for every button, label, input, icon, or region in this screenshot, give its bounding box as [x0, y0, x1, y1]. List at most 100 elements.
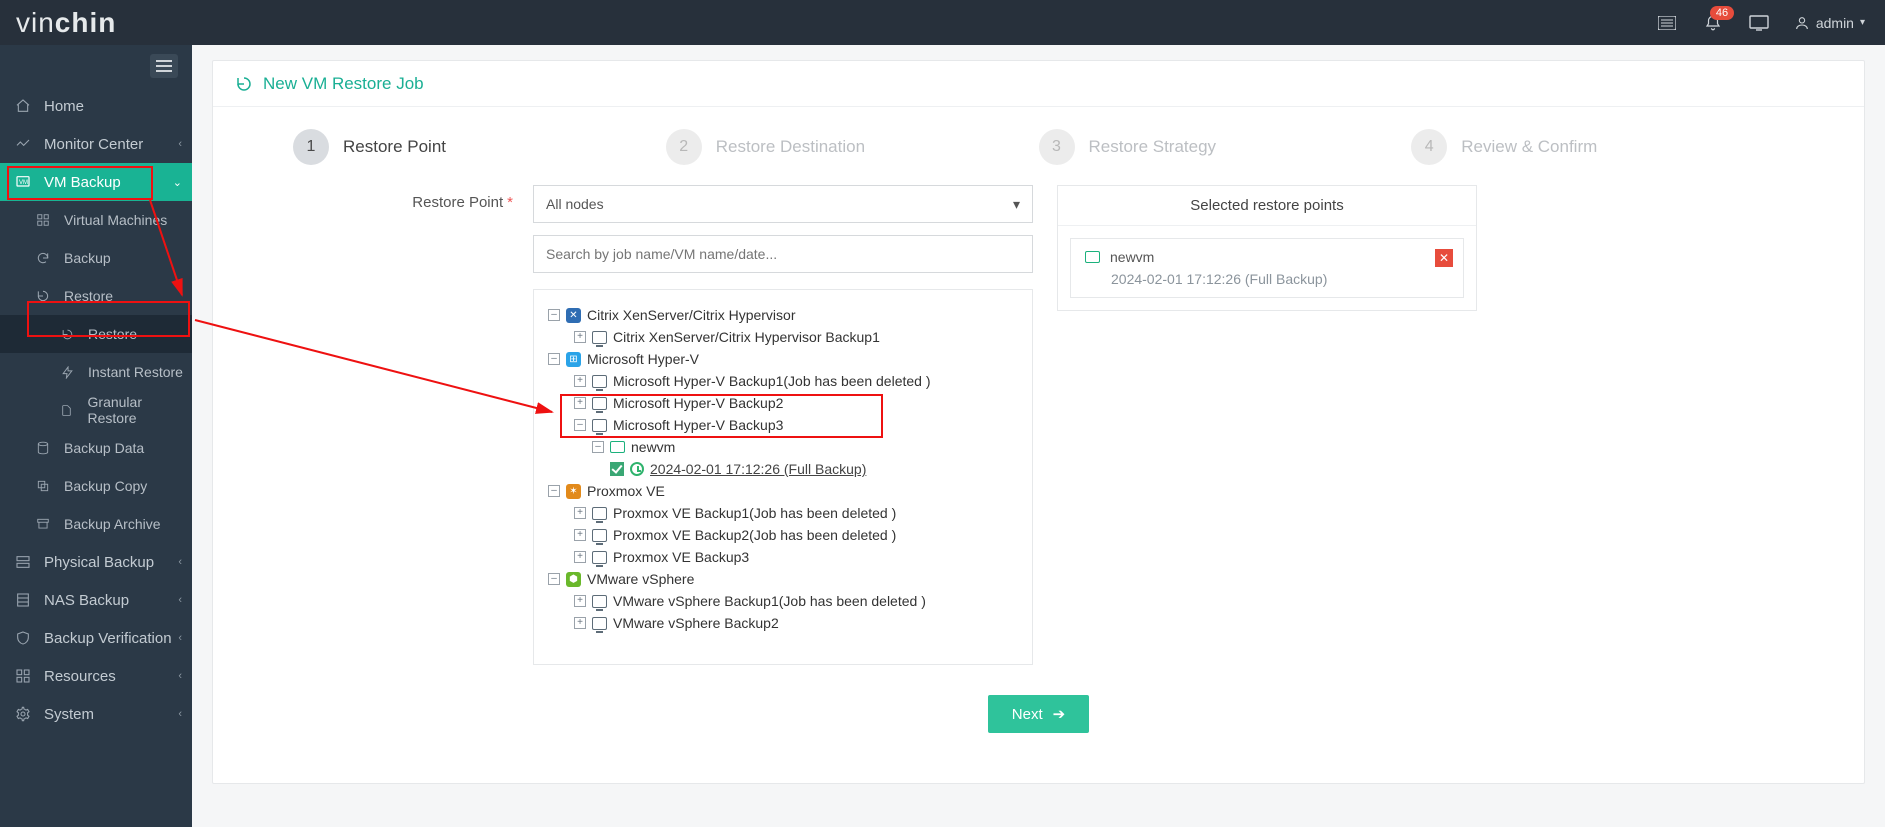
tree-node[interactable]: +Proxmox VE Backup3 [548, 546, 1018, 568]
nav-backup-verification[interactable]: Backup Verification ‹ [0, 619, 192, 657]
tree-node[interactable]: +VMware vSphere Backup2 [548, 612, 1018, 634]
tree-node[interactable]: +Citrix XenServer/Citrix Hypervisor Back… [548, 326, 1018, 348]
notif-badge: 46 [1710, 6, 1734, 20]
expand-icon[interactable]: + [574, 375, 586, 387]
expand-icon[interactable]: + [574, 529, 586, 541]
chevron-right-icon: ‹ [178, 556, 182, 568]
list-icon[interactable] [1656, 12, 1678, 34]
screen-icon [592, 595, 607, 608]
nav-physical-backup[interactable]: Physical Backup ‹ [0, 543, 192, 581]
proxmox-icon: ✶ [566, 484, 581, 499]
tree-node[interactable]: +Proxmox VE Backup2(Job has been deleted… [548, 524, 1018, 546]
main-panel: New VM Restore Job 1Restore Point 2Resto… [212, 60, 1865, 784]
nav-restore[interactable]: Restore [0, 277, 192, 315]
tree-node[interactable]: +Microsoft Hyper-V Backup1(Job has been … [548, 370, 1018, 392]
chevron-right-icon: ‹ [178, 594, 182, 606]
screen-icon [592, 331, 607, 344]
user-menu[interactable]: admin ▾ [1794, 15, 1865, 31]
restore-icon [34, 287, 52, 305]
nav-restore-sub[interactable]: Restore [0, 315, 192, 353]
node-select[interactable]: All nodes ▾ [533, 185, 1033, 223]
chevron-down-icon: ▾ [1013, 196, 1020, 213]
selected-vm-name: newvm [1110, 249, 1154, 265]
expand-icon[interactable]: + [574, 617, 586, 629]
nav-label: Backup [64, 250, 111, 266]
nav-resources[interactable]: Resources ‹ [0, 657, 192, 695]
selected-item: newvm 2024-02-01 17:12:26 (Full Backup) … [1070, 238, 1464, 298]
step-2[interactable]: 2Restore Destination [666, 129, 1039, 165]
tree-node-citrix[interactable]: – ✕ Citrix XenServer/Citrix Hypervisor [548, 304, 1018, 326]
expand-icon[interactable]: + [574, 595, 586, 607]
file-icon [58, 401, 76, 419]
next-button[interactable]: Next ➔ [988, 695, 1089, 733]
step-3[interactable]: 3Restore Strategy [1039, 129, 1412, 165]
screen-icon [592, 375, 607, 388]
topbar-right: 46 admin ▾ [1656, 12, 1865, 34]
nas-icon [14, 591, 32, 609]
bell-icon[interactable]: 46 [1702, 12, 1724, 34]
collapse-icon[interactable]: – [548, 485, 560, 497]
nav-label: NAS Backup [44, 592, 129, 609]
expand-icon[interactable]: + [574, 397, 586, 409]
required-mark: * [507, 194, 513, 211]
clock-icon [630, 462, 644, 476]
step-4[interactable]: 4Review & Confirm [1411, 129, 1784, 165]
nav-backup-archive[interactable]: Backup Archive [0, 505, 192, 543]
nav-backup-copy[interactable]: Backup Copy [0, 467, 192, 505]
logo-bold: chin [55, 7, 117, 38]
chart-icon [14, 135, 32, 153]
collapse-icon[interactable]: – [574, 419, 586, 431]
monitor-icon[interactable] [1748, 12, 1770, 34]
tree-node-vmware[interactable]: – ⬢ VMware vSphere [548, 568, 1018, 590]
expand-icon[interactable]: + [574, 331, 586, 343]
gear-icon [14, 705, 32, 723]
tree-node[interactable]: +Proxmox VE Backup1(Job has been deleted… [548, 502, 1018, 524]
collapse-icon[interactable]: – [548, 353, 560, 365]
nav-vm-backup[interactable]: VM VM Backup ⌄ [0, 163, 192, 201]
restore-point-label: Restore Point* [233, 185, 533, 211]
expand-icon[interactable]: + [574, 551, 586, 563]
nav-monitor[interactable]: Monitor Center ‹ [0, 125, 192, 163]
tree-node[interactable]: +Microsoft Hyper-V Backup2 [548, 392, 1018, 414]
step-1[interactable]: 1Restore Point [293, 129, 666, 165]
sidebar-toggle[interactable] [0, 45, 192, 87]
panel-body: 1Restore Point 2Restore Destination 3Res… [213, 107, 1864, 783]
arrow-right-icon: ➔ [1053, 705, 1066, 723]
topbar: vinchin 46 admin ▾ [0, 0, 1885, 45]
tree-column: All nodes ▾ – ✕ Citrix XenServer/Citrix … [533, 185, 1033, 665]
nav-system[interactable]: System ‹ [0, 695, 192, 733]
nav-backup[interactable]: Backup [0, 239, 192, 277]
search-input[interactable] [546, 246, 1020, 262]
expand-icon[interactable]: + [574, 507, 586, 519]
checkbox-checked[interactable] [610, 462, 624, 476]
tree-node[interactable]: +VMware vSphere Backup1(Job has been del… [548, 590, 1018, 612]
refresh-icon [34, 249, 52, 267]
nav-label: Granular Restore [88, 394, 192, 426]
collapse-icon[interactable]: – [548, 573, 560, 585]
tree-node-restore-point[interactable]: 2024-02-01 17:12:26 (Full Backup) [548, 458, 1018, 480]
tree-node-proxmox[interactable]: – ✶ Proxmox VE [548, 480, 1018, 502]
nav-virtual-machines[interactable]: Virtual Machines [0, 201, 192, 239]
nav-instant-restore[interactable]: Instant Restore [0, 353, 192, 391]
nav-backup-data[interactable]: Backup Data [0, 429, 192, 467]
search-box[interactable] [533, 235, 1033, 273]
tree-node-hyperv[interactable]: – ⊞ Microsoft Hyper-V [548, 348, 1018, 370]
grid-icon [34, 211, 52, 229]
nav-home[interactable]: Home [0, 87, 192, 125]
remove-button[interactable]: ✕ [1435, 249, 1453, 267]
nav-label: Monitor Center [44, 136, 143, 153]
nav-label: Backup Data [64, 440, 144, 456]
collapse-icon[interactable]: – [592, 441, 604, 453]
server-icon [14, 553, 32, 571]
nav-nas-backup[interactable]: NAS Backup ‹ [0, 581, 192, 619]
next-row: Next ➔ [233, 665, 1844, 743]
nav-label: Physical Backup [44, 554, 154, 571]
collapse-icon[interactable]: – [548, 309, 560, 321]
nav-granular-restore[interactable]: Granular Restore [0, 391, 192, 429]
tree-node-newvm[interactable]: –newvm [548, 436, 1018, 458]
tree-node[interactable]: –Microsoft Hyper-V Backup3 [548, 414, 1018, 436]
restore-tree: – ✕ Citrix XenServer/Citrix Hypervisor +… [533, 289, 1033, 665]
nav-label: Backup Archive [64, 516, 161, 532]
bolt-icon [58, 363, 76, 381]
screen-icon [592, 397, 607, 410]
